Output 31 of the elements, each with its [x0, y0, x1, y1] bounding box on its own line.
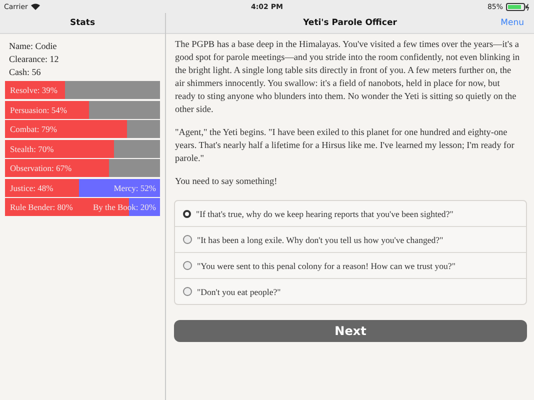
info-text: Cash: 56 — [9, 66, 42, 79]
stat-label: Resolve: 39% — [9, 85, 58, 95]
radio-button[interactable] — [183, 261, 192, 270]
choice-option[interactable]: "It has been a long exile. Why don't you tell us how you've changed?" — [175, 227, 526, 253]
choice-text: "It has been a long exile. Why don't you tell us how you've changed?" — [197, 234, 444, 244]
choice-option[interactable]: "Don't you eat people?" — [175, 279, 526, 304]
stat-label: Combat: 79% — [9, 124, 57, 134]
story-paragraph: You need to say something! — [175, 175, 278, 188]
story-paragraph: The PGPB has a base deep in the Himalayas. You've visited a few times over the years—it's a good spot for parole meetings—and you stride into the room confidently, not even blinking in the bright light. A single long table sits directly in front of you. A few meters further on, the air shimmers innocently. You swallow: it's a field of nanobots, held in place for now, but ready to sting anyone who blunders into them. No wonder the Yeti is sitting so quietly on the other side. — [175, 38, 521, 116]
story-paragraph: "Agent," the Yeti begins. "I have been exiled to this planet for one hundred and eighty-one years. That's nearly half a lifetime for a Hirsus like me. I've learned my lesson; I'm ready for parole." — [175, 126, 516, 165]
choice-text: "You were sent to this penal colony for a reason! How can we trust you?" — [197, 260, 456, 270]
choice-option[interactable]: "If that's true, why do we keep hearing reports that you've been sighted?" — [175, 201, 526, 227]
info-text: Clearance: 12 — [9, 53, 60, 66]
radio-button[interactable] — [183, 210, 191, 218]
next-button[interactable]: Next — [174, 320, 527, 342]
page-title: Yeti's Parole Officer — [303, 18, 397, 28]
sidebar-title: Stats — [70, 18, 96, 28]
stat-label: Justice: 48% — [9, 182, 54, 192]
battery-icon — [506, 2, 530, 10]
stat-label: Stealth: 70% — [9, 144, 54, 154]
choice-option[interactable]: "You were sent to this penal colony for a reason! How can we trust you?" — [175, 253, 526, 279]
wifi-icon — [30, 3, 40, 10]
stat-label: Observation: 67% — [9, 163, 72, 173]
choice-text: "If that's true, why do we keep hearing reports that you've been sighted?" — [196, 208, 454, 218]
stat-label: Rule Bender: 80% — [9, 202, 73, 212]
choice-text: "Don't you eat people?" — [197, 286, 281, 296]
stat-label: Mercy: 52% — [114, 182, 157, 192]
info-text: Name: Codie — [9, 40, 58, 53]
radio-button[interactable] — [183, 235, 192, 244]
stat-label: Persuasion: 54% — [9, 104, 67, 114]
radio-button[interactable] — [183, 287, 192, 296]
